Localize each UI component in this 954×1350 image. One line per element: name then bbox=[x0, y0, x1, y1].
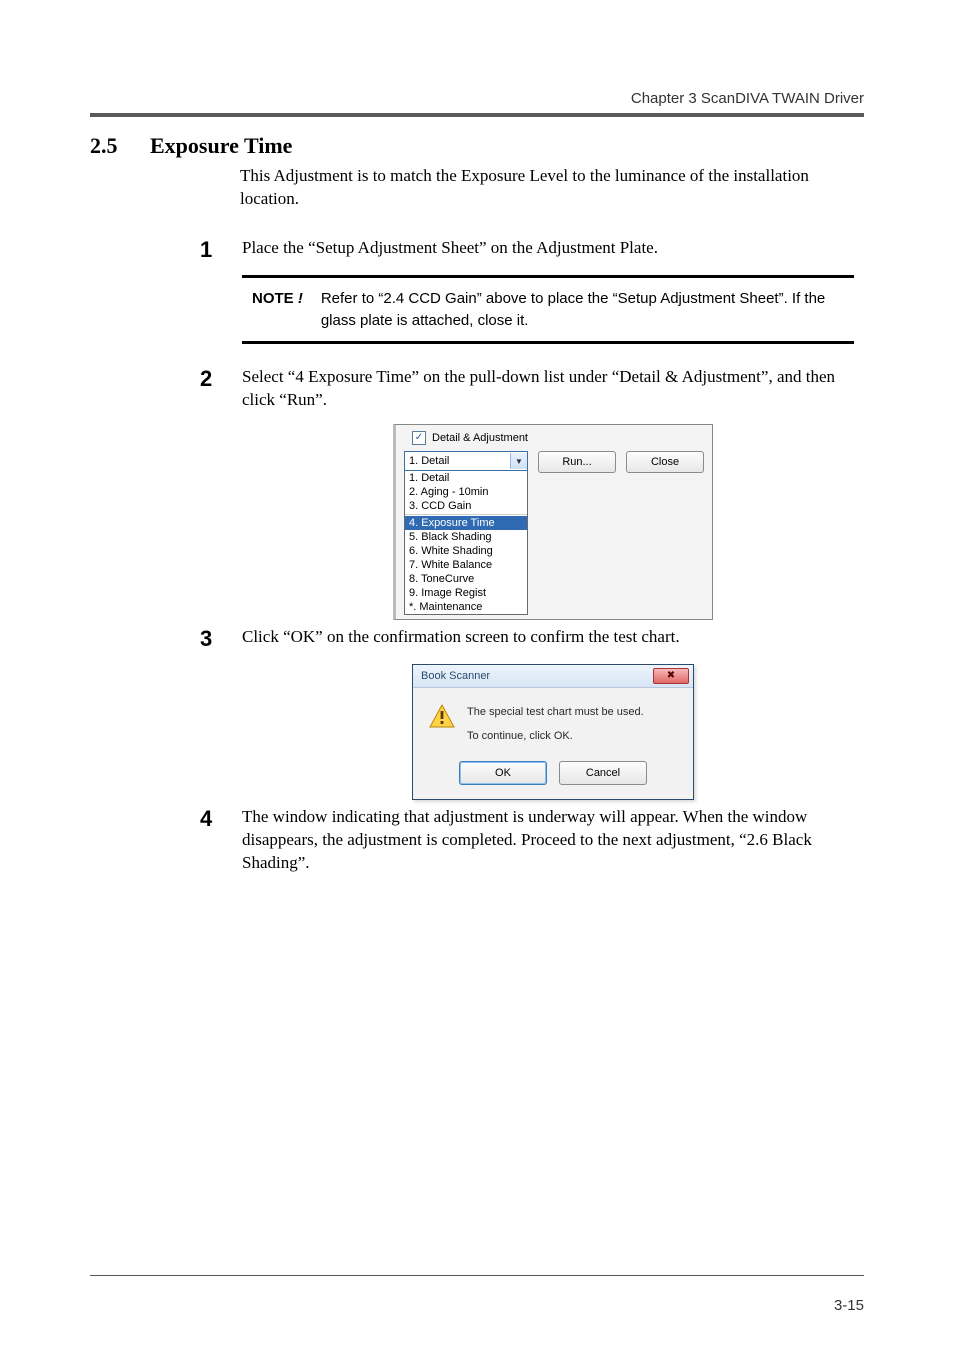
note-text: Refer to “2.4 CCD Gain” above to place t… bbox=[321, 288, 850, 332]
detail-adjustment-label: Detail & Adjustment bbox=[432, 432, 528, 444]
step-number: 1 bbox=[200, 237, 242, 263]
step-text: Select “4 Exposure Time” on the pull-dow… bbox=[242, 366, 864, 412]
confirmation-dialog: Book Scanner ✖ The special test chart mu… bbox=[412, 664, 694, 800]
dropdown-option[interactable]: 7. White Balance bbox=[405, 558, 527, 572]
section-number: 2.5 bbox=[90, 133, 150, 159]
note-block: NOTE ! Refer to “2.4 CCD Gain” above to … bbox=[242, 275, 854, 345]
dialog-message-line1: The special test chart must be used. bbox=[467, 704, 644, 722]
detail-adjustment-panel: ✓ Detail & Adjustment 1. Detail ▼ 1. Det… bbox=[393, 424, 713, 620]
dropdown-option[interactable]: *. Maintenance bbox=[405, 600, 527, 614]
dropdown-option[interactable]: 6. White Shading bbox=[405, 544, 527, 558]
dropdown-option-selected[interactable]: 4. Exposure Time bbox=[405, 516, 527, 530]
dialog-title: Book Scanner bbox=[421, 670, 490, 682]
dialog-message-line2: To continue, click OK. bbox=[467, 728, 644, 746]
step-text: Place the “Setup Adjustment Sheet” on th… bbox=[242, 237, 864, 263]
ok-button[interactable]: OK bbox=[459, 761, 547, 785]
dropdown-selected-value: 1. Detail bbox=[409, 455, 449, 467]
step-number: 3 bbox=[200, 626, 242, 652]
running-header: Chapter 3 ScanDIVA TWAIN Driver bbox=[90, 90, 864, 113]
page-number: 3-15 bbox=[834, 1297, 864, 1314]
note-rule-bottom bbox=[242, 341, 854, 344]
dropdown-option[interactable]: 2. Aging - 10min bbox=[405, 485, 527, 499]
cancel-button[interactable]: Cancel bbox=[559, 761, 647, 785]
dropdown-option[interactable]: 5. Black Shading bbox=[405, 530, 527, 544]
chevron-down-icon: ▼ bbox=[510, 453, 527, 469]
detail-adjustment-checkbox[interactable]: ✓ bbox=[412, 431, 426, 445]
adjustment-dropdown[interactable]: 1. Detail ▼ 1. Detail 2. Aging - 10min 3… bbox=[404, 451, 528, 615]
dropdown-option[interactable]: 9. Image Regist bbox=[405, 586, 527, 600]
close-icon[interactable]: ✖ bbox=[653, 668, 689, 684]
dropdown-option[interactable]: 1. Detail bbox=[405, 471, 527, 485]
dropdown-list[interactable]: 1. Detail 2. Aging - 10min 3. CCD Gain 4… bbox=[404, 471, 528, 615]
section-title: Exposure Time bbox=[150, 133, 292, 159]
run-button[interactable]: Run... bbox=[538, 451, 616, 473]
step-number: 2 bbox=[200, 366, 242, 412]
dropdown-option[interactable]: 8. ToneCurve bbox=[405, 572, 527, 586]
header-rule bbox=[90, 113, 864, 117]
step-text: Click “OK” on the confirmation screen to… bbox=[242, 626, 864, 652]
close-button[interactable]: Close bbox=[626, 451, 704, 473]
warning-icon bbox=[429, 704, 455, 728]
footer-rule bbox=[90, 1275, 864, 1276]
step-number: 4 bbox=[200, 806, 242, 875]
dropdown-option[interactable]: 3. CCD Gain bbox=[405, 499, 527, 513]
section-intro: This Adjustment is to match the Exposure… bbox=[240, 165, 854, 211]
step-text: The window indicating that adjustment is… bbox=[242, 806, 864, 875]
note-label: NOTE ! bbox=[252, 288, 303, 332]
